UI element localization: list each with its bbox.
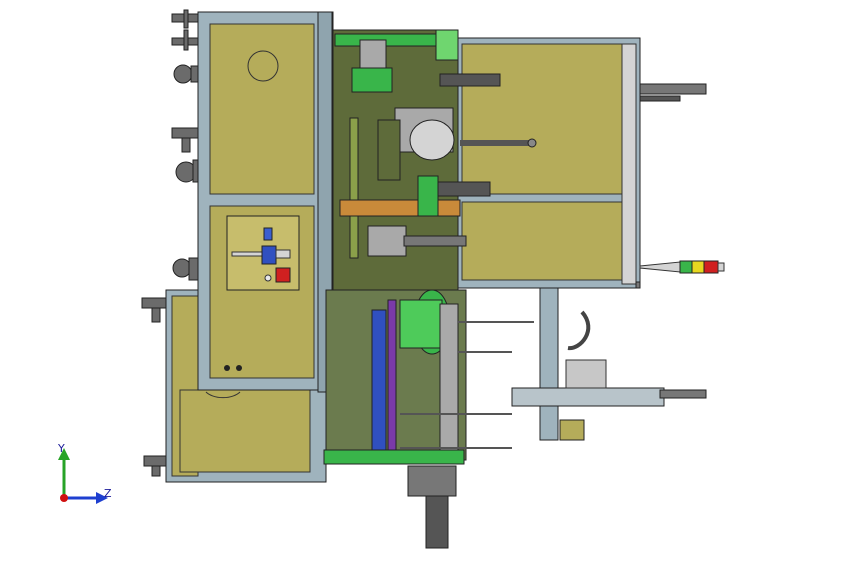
- side-actuators: [635, 83, 707, 289]
- machine-assembly-model[interactable]: [0, 0, 867, 562]
- z-axis-label: Z: [104, 487, 112, 500]
- lower-gantry[interactable]: [511, 287, 707, 441]
- cad-viewport[interactable]: Y Z: [0, 0, 867, 562]
- stack-light: [639, 260, 725, 274]
- emergency-stop-button[interactable]: [275, 267, 291, 283]
- conveyor-assembly[interactable]: [323, 289, 534, 549]
- upper-cabinet[interactable]: [197, 11, 334, 393]
- x-axis-dot: [60, 494, 68, 502]
- y-axis-label: Y: [58, 442, 65, 455]
